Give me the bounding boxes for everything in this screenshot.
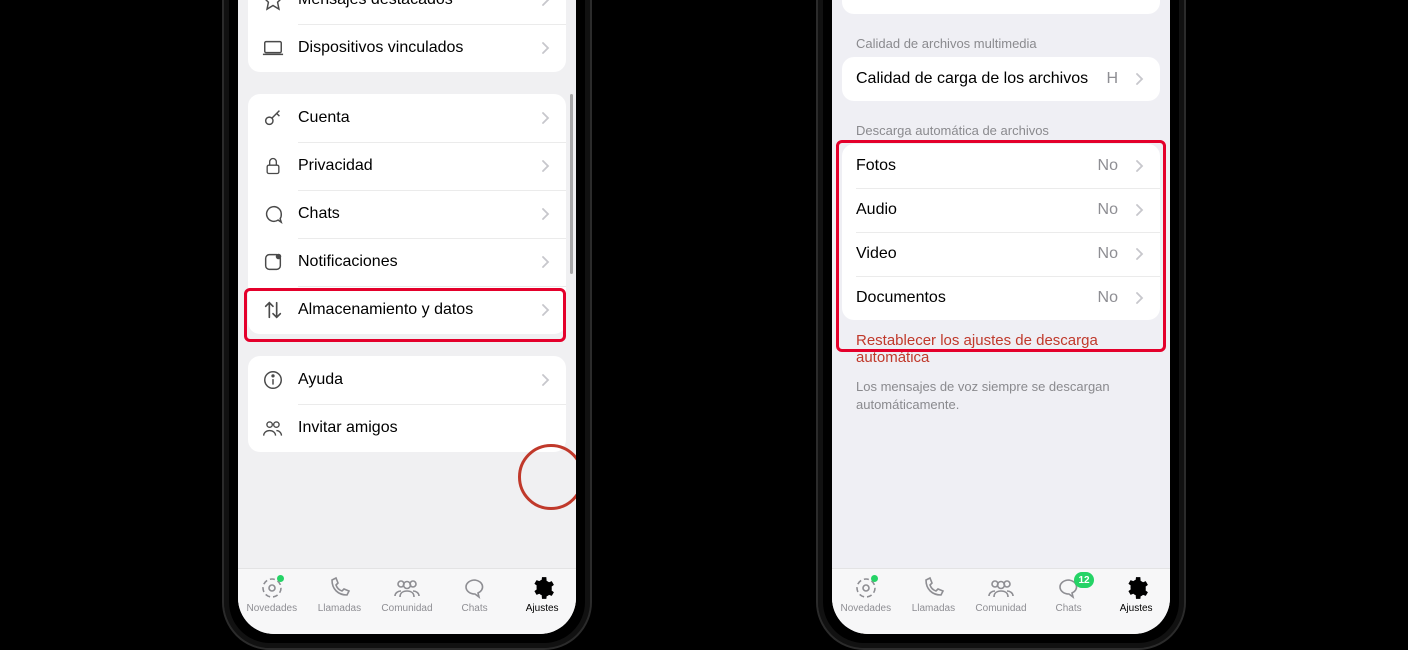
laptop-icon	[262, 37, 284, 59]
chats-icon	[462, 575, 488, 601]
row-label: Proxy	[856, 0, 1122, 1]
row-label: Ayuda	[298, 371, 528, 389]
group-mid: Cuenta Privacidad Chats	[248, 94, 566, 334]
row-label: Chats	[298, 205, 528, 223]
row-value: No	[1098, 201, 1118, 219]
phone-icon	[921, 575, 945, 601]
row-linked-devices[interactable]: Dispositivos vinculados	[248, 24, 566, 72]
row-label: Notificaciones	[298, 253, 528, 271]
row-fotos[interactable]: Fotos No	[842, 144, 1160, 188]
row-label: Video	[856, 245, 1084, 263]
chevron-right-icon	[1136, 73, 1146, 85]
people-icon	[262, 417, 284, 439]
voice-note: Los mensajes de voz siempre se descargan…	[832, 368, 1170, 413]
community-icon	[393, 575, 421, 601]
arrows-up-down-icon	[262, 299, 284, 321]
chevron-right-icon	[1136, 204, 1146, 216]
group-auto-download: Fotos No Audio No Video No Documentos No	[842, 144, 1160, 320]
row-label: Invitar amigos	[298, 419, 552, 437]
highlight-settings-tab	[518, 444, 576, 510]
phone-right: Almacenamiento y datos Proxy Calidad de …	[816, 0, 1186, 650]
scroll-indicator[interactable]	[570, 94, 573, 274]
screen-storage: Almacenamiento y datos Proxy Calidad de …	[832, 0, 1170, 634]
row-upload-quality[interactable]: Calidad de carga de los archivos H	[842, 57, 1160, 101]
row-storage-data[interactable]: Almacenamiento y datos	[248, 286, 566, 334]
star-icon	[262, 0, 284, 11]
screen-settings: Ajustes Mensajes destacados Dispositivos…	[238, 0, 576, 634]
tabbar: Novedades Llamadas Comunidad 12 Chats Aj…	[832, 568, 1170, 634]
status-icon	[260, 575, 284, 601]
row-invite-friends[interactable]: Invitar amigos	[248, 404, 566, 452]
phone-left: Ajustes Mensajes destacados Dispositivos…	[222, 0, 592, 650]
chevron-right-icon	[542, 160, 552, 172]
row-notifications[interactable]: Notificaciones	[248, 238, 566, 286]
gear-icon	[1123, 575, 1149, 601]
row-help[interactable]: Ayuda	[248, 356, 566, 404]
row-privacy[interactable]: Privacidad	[248, 142, 566, 190]
chevron-right-icon	[1136, 248, 1146, 260]
tabbar: Novedades Llamadas Comunidad Chats Ajust…	[238, 568, 576, 634]
row-label: Privacidad	[298, 157, 528, 175]
group-top: Mensajes destacados Dispositivos vincula…	[248, 0, 566, 72]
chevron-right-icon	[542, 208, 552, 220]
row-label: Mensajes destacados	[298, 0, 528, 9]
section-quality: Calidad de archivos multimedia	[832, 36, 1170, 57]
chevron-right-icon	[1136, 292, 1146, 304]
row-label: Calidad de carga de los archivos	[856, 70, 1092, 88]
row-video[interactable]: Video No	[842, 232, 1160, 276]
chevron-right-icon	[542, 42, 552, 54]
chevron-right-icon	[1136, 160, 1146, 172]
row-audio[interactable]: Audio No	[842, 188, 1160, 232]
row-label: Dispositivos vinculados	[298, 39, 528, 57]
group-quality: Calidad de carga de los archivos H	[842, 57, 1160, 101]
section-auto-download: Descarga automática de archivos	[832, 123, 1170, 144]
row-value: No	[1098, 289, 1118, 307]
row-value: No	[1098, 157, 1118, 175]
row-account[interactable]: Cuenta	[248, 94, 566, 142]
content: Mensajes destacados Dispositivos vincula…	[238, 0, 576, 568]
row-label: Cuenta	[298, 109, 528, 127]
row-value: No	[1098, 245, 1118, 263]
chevron-right-icon	[542, 0, 552, 6]
row-label: Fotos	[856, 157, 1084, 175]
info-icon	[262, 369, 284, 391]
group-bottom: Ayuda Invitar amigos	[248, 356, 566, 452]
reset-auto-download[interactable]: Restablecer los ajustes de descarga auto…	[832, 326, 1170, 368]
chevron-right-icon	[542, 374, 552, 386]
row-label: Almacenamiento y datos	[298, 301, 528, 319]
row-starred-messages[interactable]: Mensajes destacados	[248, 0, 566, 24]
phone-icon	[327, 575, 351, 601]
lock-icon	[262, 155, 284, 177]
row-documentos[interactable]: Documentos No	[842, 276, 1160, 320]
status-icon	[854, 575, 878, 601]
content: Proxy Calidad de archivos multimedia Cal…	[832, 0, 1170, 568]
community-icon	[987, 575, 1015, 601]
row-chats[interactable]: Chats	[248, 190, 566, 238]
chats-badge: 12	[1074, 572, 1093, 588]
chats-icon: 12	[1056, 575, 1082, 601]
key-icon	[262, 107, 284, 129]
row-label: Documentos	[856, 289, 1084, 307]
chevron-right-icon	[542, 304, 552, 316]
gear-icon	[529, 575, 555, 601]
row-value: H	[1106, 70, 1118, 88]
chat-bubble-icon	[262, 203, 284, 225]
chevron-right-icon	[542, 112, 552, 124]
chevron-right-icon	[542, 256, 552, 268]
row-label: Audio	[856, 201, 1084, 219]
notification-icon	[262, 251, 284, 273]
group-proxy: Proxy	[842, 0, 1160, 14]
row-proxy[interactable]: Proxy	[842, 0, 1160, 14]
